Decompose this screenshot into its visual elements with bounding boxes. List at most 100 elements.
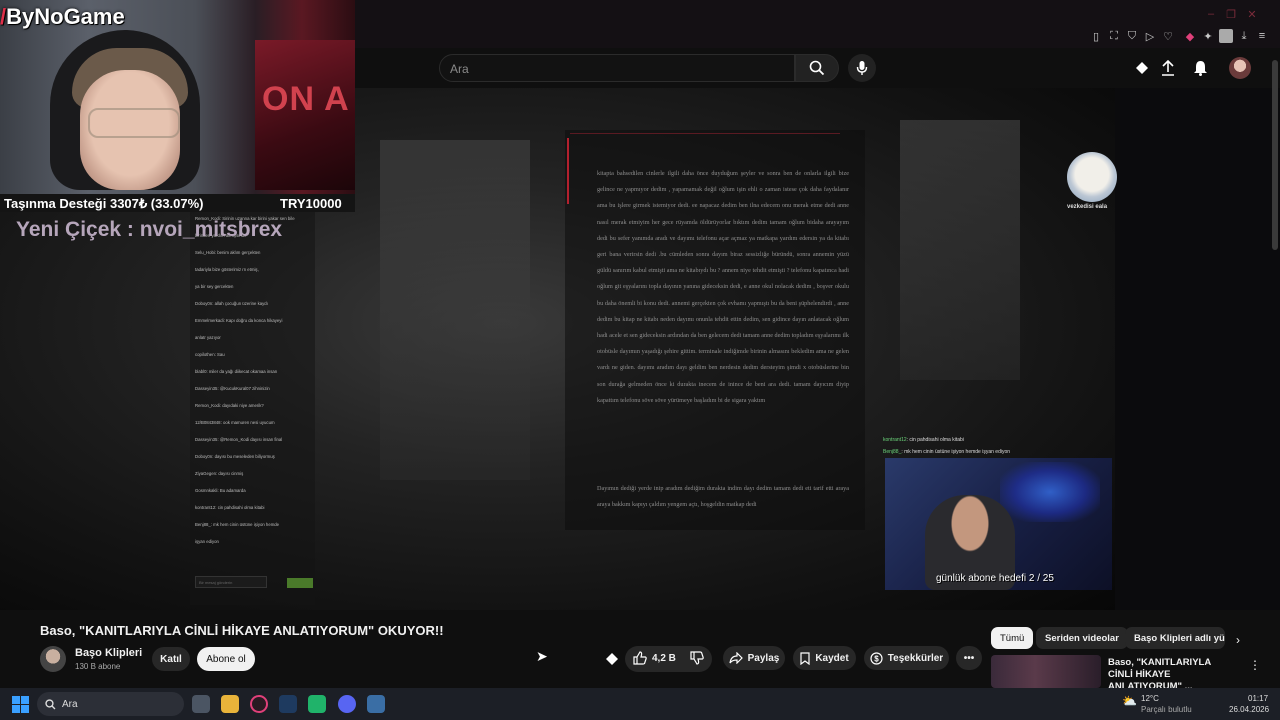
screenshot-icon[interactable]: ⛶: [1107, 29, 1121, 43]
like-count: 4,2 B: [652, 652, 676, 664]
profile-icon[interactable]: [1219, 29, 1233, 43]
thumbs-down-icon: [690, 651, 704, 665]
taskbar-search-label: Ara: [62, 698, 78, 710]
chip-channel-uploads[interactable]: Başo Klipleri adlı yük: [1125, 627, 1225, 649]
chat-message: ZiyaGegen: dayısı cinmiş: [195, 471, 244, 476]
notifications-bell-icon[interactable]: [1190, 58, 1210, 78]
discord-icon[interactable]: [338, 695, 356, 713]
bookmark-icon[interactable]: ▯: [1089, 29, 1103, 43]
upload-icon[interactable]: [1158, 58, 1178, 78]
more-actions-button[interactable]: •••: [956, 646, 982, 670]
microphone-icon: [856, 61, 868, 75]
thanks-label: Teşekkürler: [887, 652, 944, 664]
mouse-cursor-icon: ➤: [536, 648, 548, 664]
chat-send-button[interactable]: [287, 578, 313, 588]
chat-message: Dasseyin35: @Remon_Kodi dayısı insan fin…: [195, 437, 283, 442]
shield-icon[interactable]: ⛉: [1125, 29, 1139, 43]
opera-gx-icon[interactable]: [250, 695, 268, 713]
window-maximize-button[interactable]: ❐: [1225, 8, 1237, 21]
svg-text:$: $: [874, 654, 879, 663]
chat-message: Doboy0n: dayısı bu meseleden biliyormuş: [195, 454, 275, 459]
poster-text: ON A: [262, 80, 350, 118]
share-label: Paylaş: [747, 652, 780, 664]
download-icon[interactable]: ⤓: [1237, 29, 1251, 43]
chat-message: Gosmnkakli: Bu adamarda: [195, 488, 246, 493]
chat-message: copilothen: Sau: [195, 352, 225, 357]
steam-icon[interactable]: [279, 695, 297, 713]
chat-message: Doboy0n: allah çocuğun üzerine kaydı: [195, 301, 268, 306]
chat-message: Selu_Hobi: benim aklım gerçekten: [195, 250, 261, 255]
chat-message: tadariyla bize gösterimiz rn etmiş,: [195, 267, 259, 272]
chip-series[interactable]: Seriden videolar: [1036, 627, 1128, 649]
overlay-chat-line: Benj88_: mk hem cinin üstüne işiyon hemd…: [883, 449, 1011, 455]
page-scrollbar[interactable]: [1272, 60, 1278, 250]
background-window: [900, 120, 1020, 380]
voice-search-button[interactable]: [848, 54, 876, 82]
like-button[interactable]: 4,2 B: [633, 651, 676, 665]
donation-goal-target: TRY10000: [280, 196, 342, 211]
subscriber-count: 130 B abone: [75, 662, 121, 671]
cat-mascot-avatar: [1067, 152, 1117, 202]
puzzle-icon[interactable]: ✦: [1201, 29, 1215, 43]
chat-message: kontrant12: cin pahdisahi olma kitabi: [195, 505, 265, 510]
save-button[interactable]: Kaydet: [793, 646, 856, 670]
chat-message: ya bir sey gercekten: [195, 284, 234, 289]
logo-text: ByNoGame: [6, 4, 125, 29]
search-input[interactable]: Ara: [439, 54, 795, 82]
accent-line: [567, 138, 569, 204]
weather-temperature: 12°C: [1141, 694, 1159, 703]
kebab-menu-icon[interactable]: ⋮: [1249, 658, 1261, 672]
app-icon[interactable]: [308, 695, 326, 713]
dislike-button[interactable]: [690, 651, 704, 670]
clock-date: 26.04.2026: [1229, 705, 1270, 714]
app-icon[interactable]: [367, 695, 385, 713]
search-button[interactable]: [795, 54, 839, 82]
overlay-chat-line: kontrant12: cin pahdisahi olma kitabi: [883, 437, 964, 443]
browser-toolbar: – ❐ ✕ ▯ ⛶ ⛉ ▷ ♡ ◆ ✦ ⤓ ≡: [355, 0, 1280, 48]
task-view-icon[interactable]: [192, 695, 210, 713]
play-icon[interactable]: ▷: [1143, 29, 1157, 43]
extension-icon[interactable]: ◆: [1183, 29, 1197, 43]
share-arrow-icon: [729, 652, 743, 664]
chat-message: Remon_Kodi: dayıdaki niye amerik?: [195, 403, 264, 408]
chat-message: anlatr yazıyor: [195, 335, 221, 340]
chat-input[interactable]: Bir mesaj gönderin: [195, 576, 267, 588]
follower-alert: Yeni Çiçek : nvoi_mitsbrex: [16, 218, 283, 241]
join-button[interactable]: Katıl: [152, 647, 190, 671]
window-close-button[interactable]: ✕: [1246, 8, 1258, 21]
chevron-right-icon[interactable]: ›: [1236, 633, 1240, 647]
glasses: [88, 108, 180, 138]
clip-icon[interactable]: [605, 652, 619, 671]
file-explorer-icon[interactable]: [221, 695, 239, 713]
search-icon: [809, 60, 825, 76]
taskbar-search[interactable]: Ara: [37, 692, 184, 716]
chip-all[interactable]: Tümü: [991, 627, 1034, 649]
chat-message: Benj88_: mk hem cinin üstüne işiyon hemd…: [195, 522, 280, 527]
mascot-label: vezkedisi eala: [1067, 204, 1108, 210]
story-paragraph: kitapta bahsedilen cinlerle ilgili daha …: [597, 170, 849, 404]
subscribe-button[interactable]: Abone ol: [197, 647, 255, 671]
story-paragraph: Dayımın dediği yerde inip aradım dediğim…: [597, 485, 849, 509]
share-button[interactable]: Paylaş: [723, 646, 785, 670]
windows-start-icon[interactable]: [12, 696, 29, 718]
channel-name[interactable]: Başo Klipleri: [75, 647, 142, 659]
subscriber-goal-text: günlük abone hedefi 2 / 25: [936, 573, 1054, 584]
window-minimize-button[interactable]: –: [1205, 8, 1217, 20]
recommended-thumbnail[interactable]: [991, 655, 1101, 688]
search-icon: [45, 698, 56, 709]
video-title: Baso, "KANITLARIYLA CİNLİ HİKAYE ANLATIY…: [40, 623, 444, 638]
channel-avatar[interactable]: [40, 646, 66, 672]
heart-icon[interactable]: ♡: [1161, 29, 1175, 43]
chat-message: Emmelmerkadi: Kapı doğru da konca hikaye…: [195, 318, 283, 323]
account-avatar[interactable]: [1229, 57, 1251, 79]
background-doorway: [380, 140, 530, 480]
blue-light: [1000, 462, 1100, 522]
thanks-dollar-icon: $: [870, 651, 883, 665]
bookmark-icon: [800, 651, 810, 665]
chat-message: 12/B0843848: ook mamuren nesi uyucum: [195, 420, 275, 425]
menu-icon[interactable]: ≡: [1255, 29, 1269, 43]
thanks-button[interactable]: $ Teşekkürler: [864, 646, 949, 670]
clock-time: 01:17: [1248, 694, 1269, 703]
clip-create-icon[interactable]: [1132, 58, 1152, 78]
thumbs-up-icon: [633, 651, 647, 665]
